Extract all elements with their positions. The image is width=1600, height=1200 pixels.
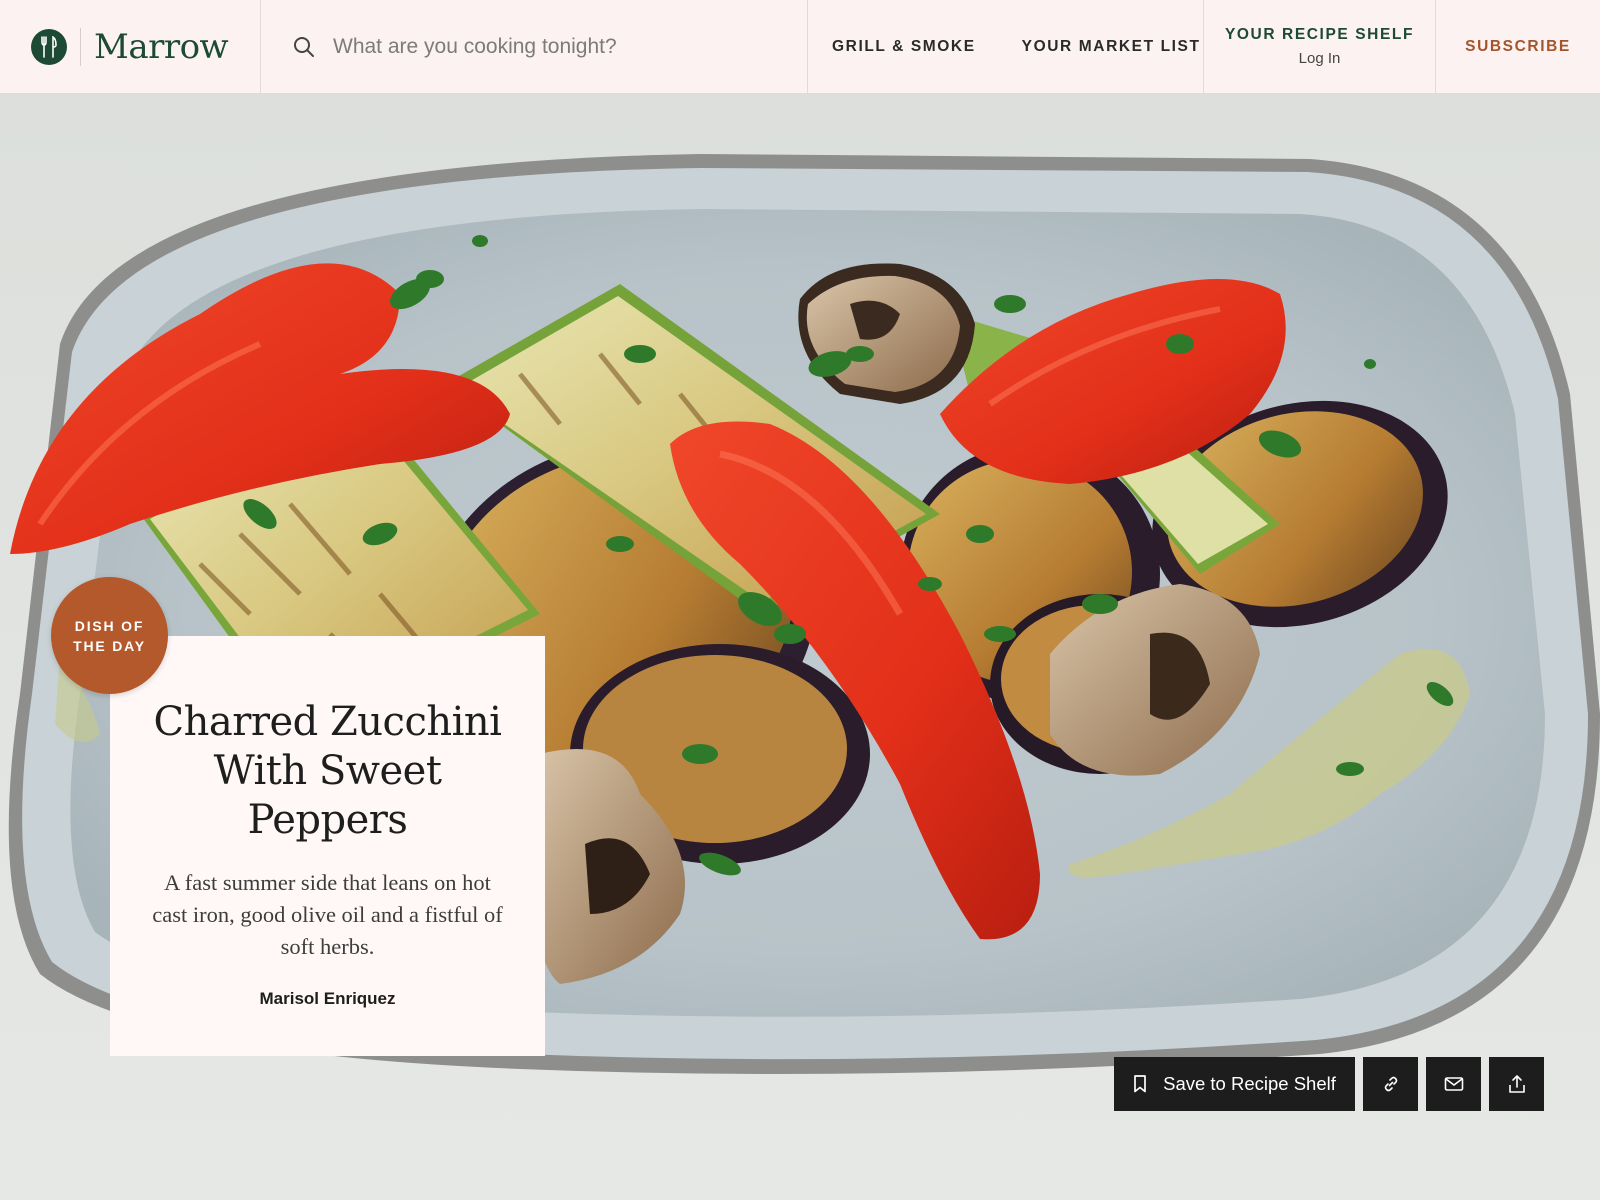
subscribe-area: SUBSCRIBE [1436, 0, 1600, 93]
site-header: Marrow GRILL & SMOKE YOUR MARKET LIST YO… [0, 0, 1600, 94]
brand[interactable]: Marrow [0, 0, 261, 93]
nav-link-market-list[interactable]: YOUR MARKET LIST [1022, 38, 1201, 56]
search-icon [294, 36, 314, 57]
search-bar[interactable] [261, 0, 808, 93]
email-button[interactable] [1426, 1057, 1481, 1111]
brand-name[interactable]: Marrow [94, 27, 229, 67]
share-button[interactable] [1489, 1057, 1544, 1111]
recipe-description: A fast summer side that leans on hot cas… [152, 870, 503, 959]
nav-link-grill-smoke[interactable]: GRILL & SMOKE [832, 38, 976, 56]
badge-label: DISH OF THE DAY [73, 617, 146, 654]
link-icon [1384, 1076, 1397, 1092]
subscribe-link[interactable]: SUBSCRIBE [1465, 38, 1571, 56]
login-link[interactable]: Log In [1299, 50, 1341, 67]
share-icon [1508, 1075, 1525, 1093]
recipe-card[interactable]: Charred Zucchini With Sweet Peppers A fa… [110, 636, 545, 1056]
main-nav: GRILL & SMOKE YOUR MARKET LIST [808, 0, 1204, 93]
fork-knife-icon[interactable] [31, 28, 67, 65]
dish-of-the-day-badge: DISH OF THE DAY [51, 577, 168, 694]
mail-icon [1444, 1077, 1463, 1091]
search-input[interactable] [333, 34, 773, 59]
recipe-actions: Save to Recipe Shelf [1114, 1057, 1544, 1111]
recipe-title[interactable]: Charred Zucchini With Sweet Peppers [144, 698, 511, 845]
recipe-author[interactable]: Marisol Enriquez [144, 989, 511, 1009]
save-button-label: Save to Recipe Shelf [1163, 1073, 1336, 1094]
hero-section: DISH OF THE DAY Charred Zucchini With Sw… [0, 94, 1600, 1200]
recipe-shelf-account[interactable]: YOUR RECIPE SHELF Log In [1204, 0, 1436, 93]
bookmark-icon [1134, 1075, 1146, 1093]
save-to-recipe-shelf-button[interactable]: Save to Recipe Shelf [1114, 1057, 1355, 1111]
brand-divider [80, 27, 81, 66]
recipe-shelf-link[interactable]: YOUR RECIPE SHELF [1225, 26, 1414, 44]
copy-link-button[interactable] [1363, 1057, 1418, 1111]
